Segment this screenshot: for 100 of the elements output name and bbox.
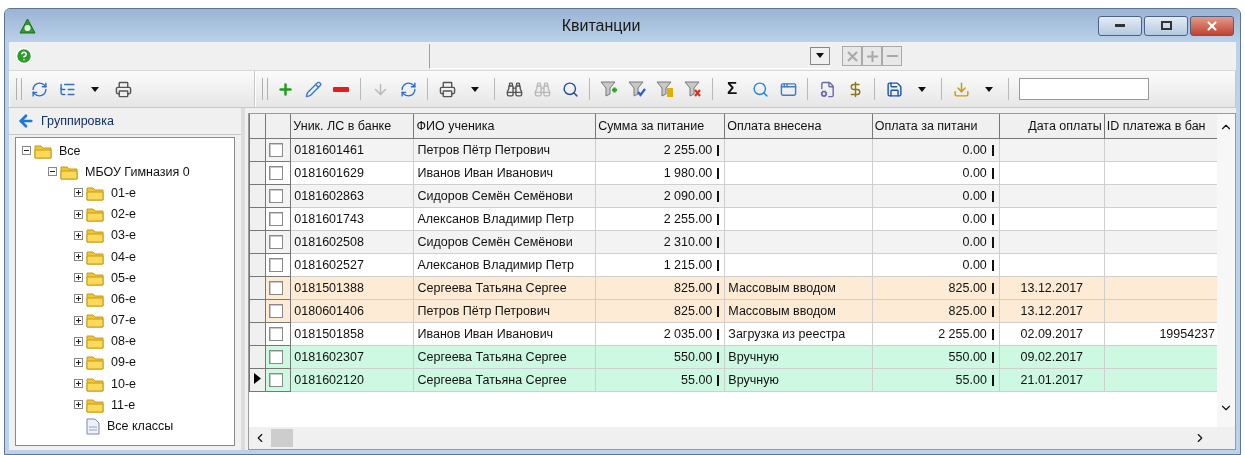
filter-add-icon (600, 80, 618, 98)
scroll-thumb[interactable] (271, 429, 293, 447)
grouping-title[interactable]: Группировка (41, 114, 114, 128)
table-cell: 2 090.00 (595, 184, 725, 208)
tree-item[interactable]: 07-е (111, 313, 137, 328)
table-row[interactable]: 0181602863 Сидоров Семён Семёнови 2 090.00 0.00 (249, 184, 1217, 208)
expand-icon[interactable] (74, 230, 83, 240)
expand-icon[interactable] (74, 379, 83, 389)
table-row[interactable]: 0181602307 Сергеева Татьяна Сергее 550.00 Вручную 550.00 09.02.2017 (249, 345, 1217, 369)
row-checkbox[interactable] (269, 327, 284, 341)
tree-item[interactable]: 11-е (111, 397, 136, 412)
close-button[interactable] (1190, 15, 1234, 36)
tree-item[interactable]: Все классы (107, 419, 174, 434)
tree-item[interactable]: 06-е (111, 291, 137, 306)
refresh-icon (399, 80, 417, 98)
expand-icon[interactable] (74, 252, 83, 262)
table-cell: 0181602527 (290, 253, 414, 277)
table-row[interactable]: 0181601461 Петров Пётр Петрович 2 255.00 0.00 (249, 138, 1217, 162)
tree-item[interactable]: 08-е (111, 334, 137, 349)
table-cell: 19954237 (1104, 322, 1217, 346)
close-icon (846, 50, 858, 62)
tree-item[interactable]: 09-е (111, 355, 137, 370)
caret-icon[interactable] (91, 86, 99, 92)
column-header[interactable]: Оплата внесена (724, 114, 873, 139)
sum-button[interactable]: Σ (721, 77, 743, 101)
expand-icon[interactable] (74, 357, 83, 367)
table-cell: 0181602508 (290, 230, 414, 254)
caret-icon[interactable] (985, 86, 993, 92)
row-checkbox[interactable] (269, 258, 284, 272)
tree-item[interactable]: 05-е (111, 270, 137, 285)
table-row[interactable]: 0181501388 Сергеева Татьяна Сергее 825.00 Массовым вводом 825.00 13.12.2017 (249, 276, 1217, 300)
expand-icon[interactable] (74, 273, 83, 283)
tree-item[interactable]: 01-е (111, 185, 137, 200)
row-checkbox[interactable] (269, 189, 284, 203)
table-cell: 550.00 (595, 345, 725, 369)
table-cell: 550.00 (872, 345, 1000, 369)
collapse-icon[interactable] (22, 146, 31, 156)
table-row[interactable]: 0181501858 Иванов Иван Иванович 2 035.00 Загрузка из реестра 2 255.00 02.09.2017 19954237 (249, 322, 1217, 346)
table-cell: 825.00 (872, 299, 1000, 323)
table-row[interactable]: 0181601743 Алексанов Владимир Петр 2 255.00 0.00 (249, 207, 1217, 231)
table-cell: 0181602307 (290, 345, 414, 369)
row-checkbox[interactable] (269, 304, 284, 318)
horizontal-scrollbar[interactable] (248, 427, 1236, 450)
maximize-button[interactable] (1144, 15, 1188, 36)
tree-item[interactable]: 10-е (111, 376, 137, 391)
table-cell: 0.00 (872, 138, 1000, 162)
folder-icon (86, 312, 104, 329)
row-checkbox[interactable] (269, 350, 284, 364)
table-row[interactable]: 0181602527 Алексанов Владимир Петр 1 215.00 0.00 (249, 253, 1217, 277)
folder-icon (86, 184, 104, 201)
dropdown-button[interactable] (810, 46, 830, 65)
tree-item[interactable]: 02-е (111, 207, 137, 222)
minus-icon (886, 55, 898, 57)
caret-icon[interactable] (918, 86, 926, 92)
expand-icon[interactable] (74, 294, 83, 304)
add-icon (276, 80, 294, 98)
table-row[interactable]: 0181601629 Иванов Иван Иванович 1 980.00 0.00 (249, 161, 1217, 185)
row-checkbox[interactable] (269, 281, 284, 295)
column-header[interactable]: Оплата за питани (872, 114, 1000, 139)
expand-icon[interactable] (74, 209, 83, 219)
table-row[interactable]: 0181602120 Сергеева Татьяна Сергее 55.00 Вручную 55.00 21.01.2017 (249, 368, 1217, 392)
refresh-icon (30, 80, 48, 98)
row-checkbox[interactable] (269, 235, 284, 249)
search-field[interactable] (1019, 78, 1149, 100)
printer-icon (114, 80, 132, 98)
tree-item[interactable]: МБОУ Гимназия 0 (85, 164, 190, 179)
vertical-scrollbar[interactable] (1217, 114, 1235, 427)
expand-icon[interactable] (74, 336, 83, 346)
edit-icon (304, 80, 322, 98)
caret-icon[interactable] (471, 86, 479, 92)
table-cell: Алексанов Владимир Петр (414, 253, 596, 277)
column-header[interactable]: Сумма за питание (595, 114, 725, 139)
tree-item[interactable]: 04-е (111, 249, 137, 264)
expand-icon[interactable] (74, 400, 83, 410)
download-icon (952, 80, 970, 98)
collapse-icon[interactable] (48, 167, 57, 177)
minus-icon (333, 86, 349, 92)
table-row[interactable]: 0180601406 Петров Пётр Петрович 825.00 Массовым вводом 825.00 13.12.2017 (249, 299, 1217, 323)
expand-icon[interactable] (74, 188, 83, 198)
table-row[interactable]: 0181602508 Сидоров Семён Семёнови 2 310.00 0.00 (249, 230, 1217, 254)
table-cell: Иванов Иван Иванович (414, 161, 596, 185)
row-checkbox[interactable] (269, 212, 284, 226)
help-icon[interactable] (15, 47, 33, 65)
column-header[interactable]: ФИО ученика (414, 114, 596, 139)
minimize-button[interactable] (1098, 15, 1142, 36)
expand-icon[interactable] (74, 315, 83, 325)
row-checkbox[interactable] (269, 143, 284, 157)
tree-item[interactable]: Все (59, 143, 81, 158)
search-icon (751, 80, 769, 98)
column-header[interactable]: Уник. ЛС в банке (290, 114, 414, 139)
folder-icon (86, 227, 104, 244)
maximize-icon (1160, 21, 1172, 30)
row-checkbox[interactable] (269, 166, 284, 180)
column-header[interactable]: Дата оплаты (999, 114, 1105, 139)
column-header[interactable]: ID платежа в бан (1104, 114, 1217, 139)
row-checkbox[interactable] (269, 373, 284, 387)
table-cell: 0181501858 (290, 322, 414, 346)
plus-icon (866, 50, 878, 62)
tree-item[interactable]: 03-е (111, 228, 137, 243)
table-cell: 0180601406 (290, 299, 414, 323)
